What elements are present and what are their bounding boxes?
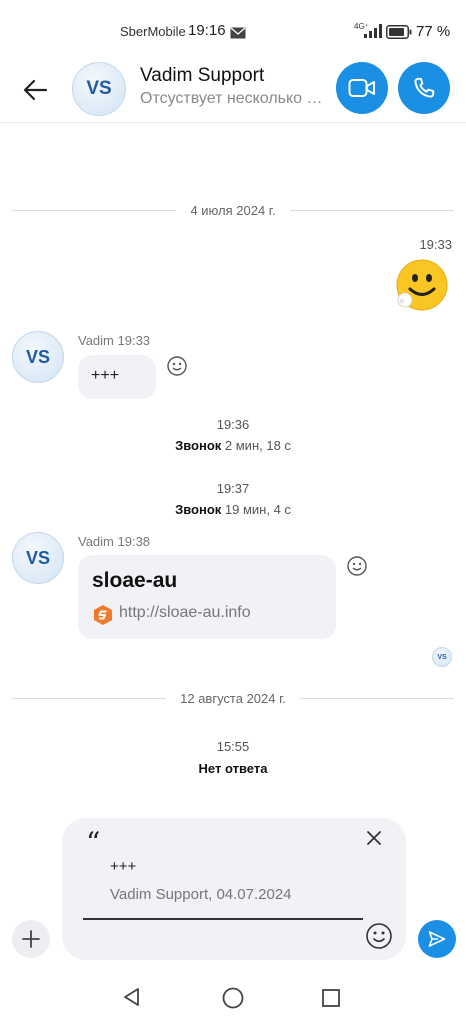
call-label: Звонок — [175, 438, 222, 453]
call-time: 15:55 — [216, 739, 250, 754]
missed-call-label: Нет ответа — [198, 761, 268, 776]
close-quote-icon[interactable] — [362, 826, 386, 850]
video-call-button[interactable] — [336, 62, 388, 114]
date-divider: 4 июля 2024 г. — [12, 200, 455, 220]
add-attachment-button[interactable] — [12, 920, 50, 958]
add-reaction-icon[interactable] — [346, 555, 368, 577]
outgoing-message-time: 19:33 — [419, 237, 452, 252]
read-receipt-avatar: VS — [432, 647, 452, 667]
clock: 19:16 — [188, 22, 226, 39]
video-camera-icon — [348, 79, 375, 97]
site-favicon-icon — [92, 604, 114, 626]
call-time: 19:36 — [216, 417, 250, 432]
carrier-name: SberMobile — [120, 24, 186, 39]
system-navigation-bar — [0, 970, 466, 1024]
date-label: 4 июля 2024 г. — [190, 202, 276, 218]
link-url[interactable]: http://sloae-au.info — [119, 604, 251, 622]
contact-name[interactable]: Vadim Support — [140, 65, 264, 87]
message-bubble[interactable]: +++ — [78, 355, 156, 399]
message-input[interactable] — [83, 918, 363, 920]
contact-avatar[interactable]: VS — [72, 62, 126, 116]
emoji-picker-icon[interactable] — [365, 922, 393, 950]
date-divider: 12 августа 2024 г. — [12, 688, 455, 708]
send-button[interactable] — [418, 920, 456, 958]
link-preview-card[interactable]: sloae-au http://sloae-au.info — [78, 555, 336, 639]
quote-mark-icon: “ — [86, 826, 101, 859]
plus-icon — [22, 930, 40, 948]
contact-status: Отсуствует несколько часов — [140, 90, 325, 107]
link-title[interactable]: sloae-au — [92, 569, 177, 593]
battery-percent: 77 % — [416, 23, 451, 40]
message-text: +++ — [91, 367, 120, 384]
call-duration: 2 мин, 18 с — [224, 438, 291, 453]
battery-icon — [386, 25, 412, 44]
phone-icon — [414, 77, 435, 98]
add-reaction-icon[interactable] — [166, 355, 188, 377]
call-event: Нет ответа — [0, 761, 466, 776]
quoted-message-text: +++ — [110, 858, 137, 875]
sender-avatar[interactable]: VS — [12, 532, 64, 584]
signal-icon — [364, 24, 382, 43]
date-label: 12 августа 2024 г. — [180, 690, 286, 706]
call-event: Звонок 19 мин, 4 с — [0, 502, 466, 517]
status-bar: SberMobile 19:16 4G⁺ 77 % — [0, 0, 466, 60]
call-label: Звонок — [175, 502, 222, 517]
audio-call-button[interactable] — [398, 62, 450, 114]
nav-recents-icon[interactable] — [321, 988, 341, 1013]
mail-notification-icon — [230, 26, 246, 44]
smiley-emoji-message[interactable] — [393, 258, 449, 314]
sender-avatar[interactable]: VS — [12, 331, 64, 383]
send-icon — [428, 931, 446, 947]
call-duration: 19 мин, 4 с — [224, 502, 291, 517]
back-arrow-icon[interactable] — [20, 74, 52, 106]
message-sender-time: Vadim 19:38 — [78, 534, 151, 549]
call-time: 19:37 — [216, 481, 250, 496]
call-event: Звонок 2 мин, 18 с — [0, 438, 466, 453]
nav-home-icon[interactable] — [221, 986, 245, 1015]
message-sender-time: Vadim 19:33 — [78, 333, 151, 348]
chat-header: VS Vadim Support Отсуствует несколько ча… — [0, 60, 466, 123]
nav-back-icon[interactable] — [121, 986, 143, 1013]
quoted-message-source: Vadim Support, 04.07.2024 — [110, 886, 292, 903]
